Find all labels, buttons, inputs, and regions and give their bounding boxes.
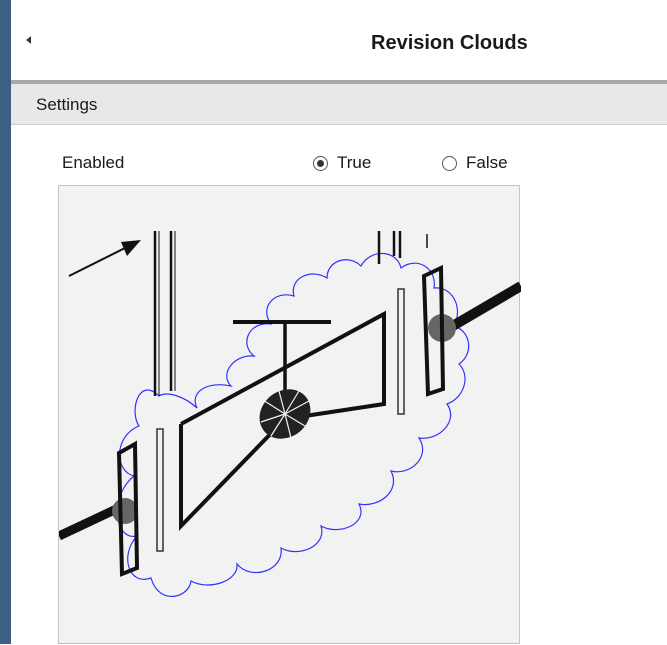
- radio-false[interactable]: False: [442, 152, 508, 174]
- page-title: Revision Clouds: [371, 32, 528, 54]
- left-edge-strip: [0, 0, 11, 644]
- settings-section-header[interactable]: Settings: [11, 84, 667, 125]
- radio-true-label: True: [337, 153, 372, 172]
- left-thin-slot: [156, 428, 164, 552]
- radio-false-circle[interactable]: [442, 155, 457, 171]
- enabled-label: Enabled: [62, 153, 125, 172]
- collapse-arrow-icon[interactable]: [26, 36, 31, 44]
- preview-illustration: [59, 231, 521, 597]
- radio-selected-dot: [317, 159, 324, 167]
- right-thin-slot: [397, 288, 405, 415]
- section-title: Settings: [36, 95, 98, 114]
- radio-true-circle[interactable]: [313, 155, 328, 171]
- leader-arrowhead-icon: [121, 240, 141, 256]
- revision-cloud-preview: [58, 185, 521, 644]
- radio-true[interactable]: True: [313, 152, 371, 174]
- panel-header: Revision Clouds: [11, 0, 667, 80]
- radio-false-label: False: [466, 153, 508, 172]
